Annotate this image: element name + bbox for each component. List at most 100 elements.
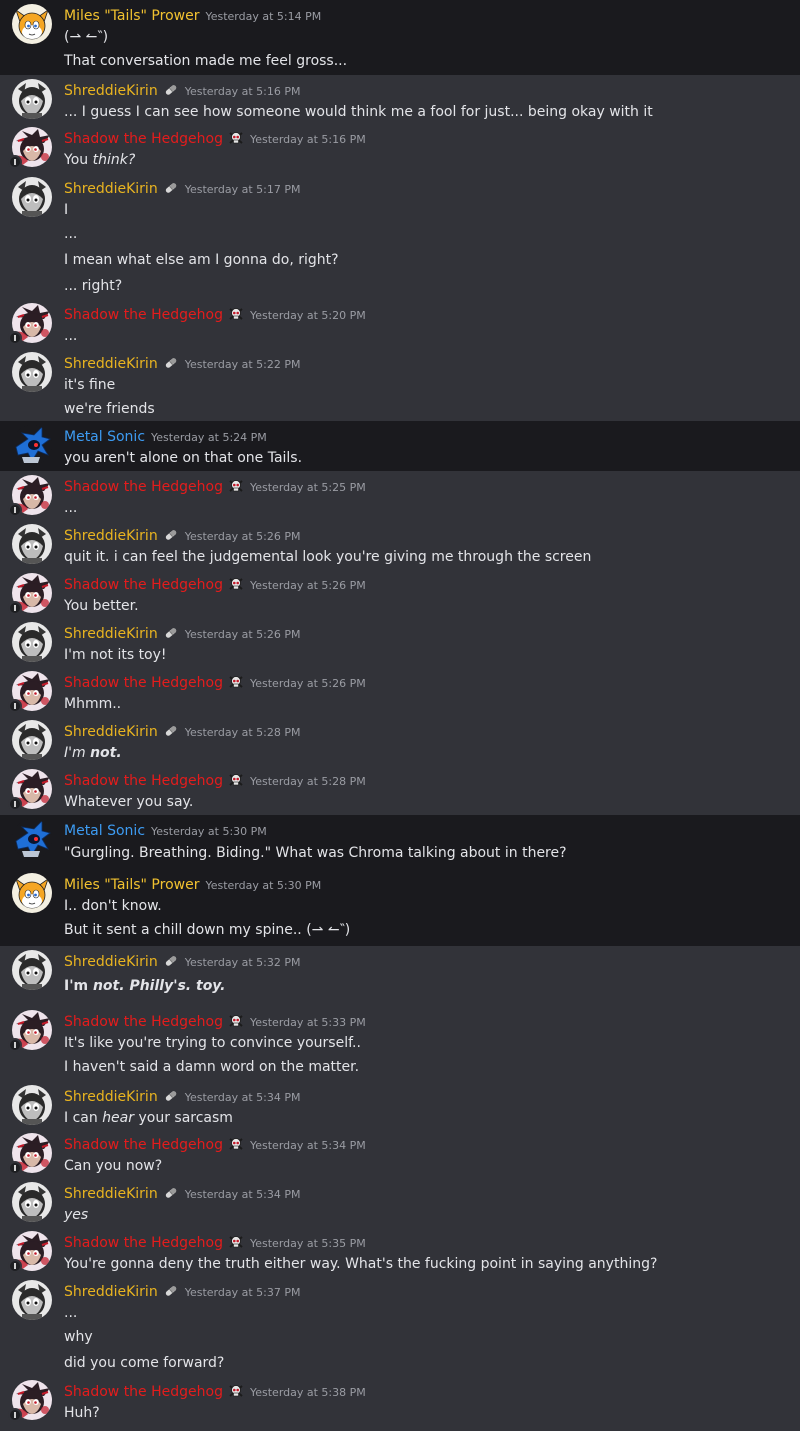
message: Miles "Tails" Prower Yesterday at 5:14 PM… bbox=[0, 0, 800, 75]
avatar-shreddie[interactable] bbox=[12, 720, 52, 760]
avatar-tails[interactable] bbox=[12, 873, 52, 913]
message: Shadow the Hedgehog Yesterday at 5:16 PM … bbox=[0, 123, 800, 173]
message-header: Shadow the Hedgehog Yesterday at 5:38 PM bbox=[64, 1380, 788, 1402]
message-header: Shadow the Hedgehog Yesterday at 5:34 PM bbox=[64, 1133, 788, 1155]
author-name[interactable]: Shadow the Hedgehog bbox=[64, 1384, 223, 1400]
message-text: ... I guess I can see how someone would … bbox=[64, 104, 653, 120]
author-name[interactable]: ShreddieKirin bbox=[64, 356, 158, 372]
author-name[interactable]: ShreddieKirin bbox=[64, 1186, 158, 1202]
avatar-shreddie[interactable] bbox=[12, 622, 52, 662]
author-name[interactable]: Shadow the Hedgehog bbox=[64, 479, 223, 495]
message: ShreddieKirin Yesterday at 5:26 PM I'm no… bbox=[0, 618, 800, 667]
author-name[interactable]: ShreddieKirin bbox=[64, 1284, 158, 1300]
timestamp[interactable]: Yesterday at 5:38 PM bbox=[250, 1386, 366, 1399]
message-text: I'm not its toy! bbox=[64, 647, 167, 663]
avatar-tails[interactable] bbox=[12, 4, 52, 44]
message-text: ... bbox=[64, 500, 78, 516]
author-name[interactable]: ShreddieKirin bbox=[64, 1089, 158, 1105]
avatar-shreddie[interactable] bbox=[12, 1280, 52, 1320]
timestamp[interactable]: Yesterday at 5:30 PM bbox=[151, 825, 267, 838]
author-name[interactable]: ShreddieKirin bbox=[64, 626, 158, 642]
message: Shadow the Hedgehog Yesterday at 5:34 PM … bbox=[0, 1129, 800, 1178]
author-name[interactable]: Miles "Tails" Prower bbox=[64, 8, 199, 24]
avatar-shreddie[interactable] bbox=[12, 79, 52, 119]
author-name[interactable]: ShreddieKirin bbox=[64, 181, 158, 197]
timestamp[interactable]: Yesterday at 5:24 PM bbox=[151, 431, 267, 444]
timestamp[interactable]: Yesterday at 5:17 PM bbox=[185, 183, 301, 196]
timestamp[interactable]: Yesterday at 5:30 PM bbox=[205, 879, 321, 892]
timestamp[interactable]: Yesterday at 5:26 PM bbox=[250, 677, 366, 690]
pill-icon bbox=[163, 1185, 179, 1201]
author-name[interactable]: Shadow the Hedgehog bbox=[64, 773, 223, 789]
timestamp[interactable]: Yesterday at 5:35 PM bbox=[250, 1237, 366, 1250]
author-name[interactable]: ShreddieKirin bbox=[64, 528, 158, 544]
message-text: Huh? bbox=[64, 1405, 100, 1421]
author-name[interactable]: Metal Sonic bbox=[64, 823, 145, 839]
avatar-shreddie[interactable] bbox=[12, 1085, 52, 1125]
skull-crossbones-icon bbox=[228, 130, 244, 146]
message-header: ShreddieKirin Yesterday at 5:17 PM bbox=[64, 177, 788, 199]
author-name[interactable]: Metal Sonic bbox=[64, 429, 145, 445]
message-text: "Gurgling. Breathing. Biding." What was … bbox=[64, 845, 567, 861]
message-text: (⇀ ↼‶) bbox=[64, 29, 109, 45]
author-name[interactable]: ShreddieKirin bbox=[64, 83, 158, 99]
author-name[interactable]: Shadow the Hedgehog bbox=[64, 1014, 223, 1030]
message-header: Shadow the Hedgehog Yesterday at 5:26 PM bbox=[64, 671, 788, 693]
avatar-shreddie[interactable] bbox=[12, 950, 52, 990]
message-header: ShreddieKirin Yesterday at 5:26 PM bbox=[64, 622, 788, 644]
timestamp[interactable]: Yesterday at 5:25 PM bbox=[250, 481, 366, 494]
author-name[interactable]: Miles "Tails" Prower bbox=[64, 877, 199, 893]
author-name[interactable]: Shadow the Hedgehog bbox=[64, 675, 223, 691]
timestamp[interactable]: Yesterday at 5:34 PM bbox=[185, 1188, 301, 1201]
timestamp[interactable]: Yesterday at 5:14 PM bbox=[205, 10, 321, 23]
message: Shadow the Hedgehog Yesterday at 5:33 PM … bbox=[0, 1006, 800, 1081]
message: ShreddieKirin Yesterday at 5:22 PM it's f… bbox=[0, 348, 800, 421]
timestamp[interactable]: Yesterday at 5:28 PM bbox=[185, 726, 301, 739]
message: ShreddieKirin Yesterday at 5:32 PM I'm no… bbox=[0, 946, 800, 1006]
avatar-metal-sonic[interactable] bbox=[12, 425, 52, 465]
message: Metal Sonic Yesterday at 5:24 PM you aren… bbox=[0, 421, 800, 471]
avatar-shreddie[interactable] bbox=[12, 1182, 52, 1222]
message-header: Metal Sonic Yesterday at 5:30 PM bbox=[64, 819, 788, 841]
author-name[interactable]: ShreddieKirin bbox=[64, 724, 158, 740]
timestamp[interactable]: Yesterday at 5:26 PM bbox=[250, 579, 366, 592]
author-name[interactable]: Shadow the Hedgehog bbox=[64, 131, 223, 147]
message-text: But it sent a chill down my spine.. (⇀ ↼… bbox=[64, 922, 351, 938]
avatar-shreddie[interactable] bbox=[12, 177, 52, 217]
timestamp[interactable]: Yesterday at 5:20 PM bbox=[250, 309, 366, 322]
message-text: ... bbox=[64, 1305, 78, 1321]
message-header: Metal Sonic Yesterday at 5:24 PM bbox=[64, 425, 788, 447]
pill-icon bbox=[163, 1283, 179, 1299]
timestamp[interactable]: Yesterday at 5:26 PM bbox=[185, 530, 301, 543]
timestamp[interactable]: Yesterday at 5:33 PM bbox=[250, 1016, 366, 1029]
author-name[interactable]: Shadow the Hedgehog bbox=[64, 577, 223, 593]
message-header: ShreddieKirin Yesterday at 5:22 PM bbox=[64, 352, 788, 374]
message-text: yes bbox=[64, 1207, 89, 1223]
author-name[interactable]: Shadow the Hedgehog bbox=[64, 1137, 223, 1153]
message-text: I bbox=[64, 202, 69, 218]
message: Shadow the Hedgehog Yesterday at 5:28 PM … bbox=[0, 765, 800, 815]
timestamp[interactable]: Yesterday at 5:28 PM bbox=[250, 775, 366, 788]
timestamp[interactable]: Yesterday at 5:16 PM bbox=[250, 133, 366, 146]
status-badge bbox=[8, 503, 22, 517]
status-badge bbox=[8, 601, 22, 615]
timestamp[interactable]: Yesterday at 5:37 PM bbox=[185, 1286, 301, 1299]
timestamp[interactable]: Yesterday at 5:16 PM bbox=[185, 85, 301, 98]
author-name[interactable]: ShreddieKirin bbox=[64, 954, 158, 970]
timestamp[interactable]: Yesterday at 5:22 PM bbox=[185, 358, 301, 371]
timestamp[interactable]: Yesterday at 5:32 PM bbox=[185, 956, 301, 969]
pill-icon bbox=[163, 625, 179, 641]
timestamp[interactable]: Yesterday at 5:34 PM bbox=[185, 1091, 301, 1104]
message-text: That conversation made me feel gross... bbox=[64, 53, 348, 69]
author-name[interactable]: Shadow the Hedgehog bbox=[64, 307, 223, 323]
avatar-shreddie[interactable] bbox=[12, 352, 52, 392]
avatar-shreddie[interactable] bbox=[12, 524, 52, 564]
message-header: ShreddieKirin Yesterday at 5:28 PM bbox=[64, 720, 788, 742]
timestamp[interactable]: Yesterday at 5:34 PM bbox=[250, 1139, 366, 1152]
message-text: You think? bbox=[64, 152, 136, 168]
pill-icon bbox=[163, 355, 179, 371]
author-name[interactable]: Shadow the Hedgehog bbox=[64, 1235, 223, 1251]
timestamp[interactable]: Yesterday at 5:26 PM bbox=[185, 628, 301, 641]
avatar-metal-sonic[interactable] bbox=[12, 819, 52, 859]
message-header: Shadow the Hedgehog Yesterday at 5:16 PM bbox=[64, 127, 788, 149]
